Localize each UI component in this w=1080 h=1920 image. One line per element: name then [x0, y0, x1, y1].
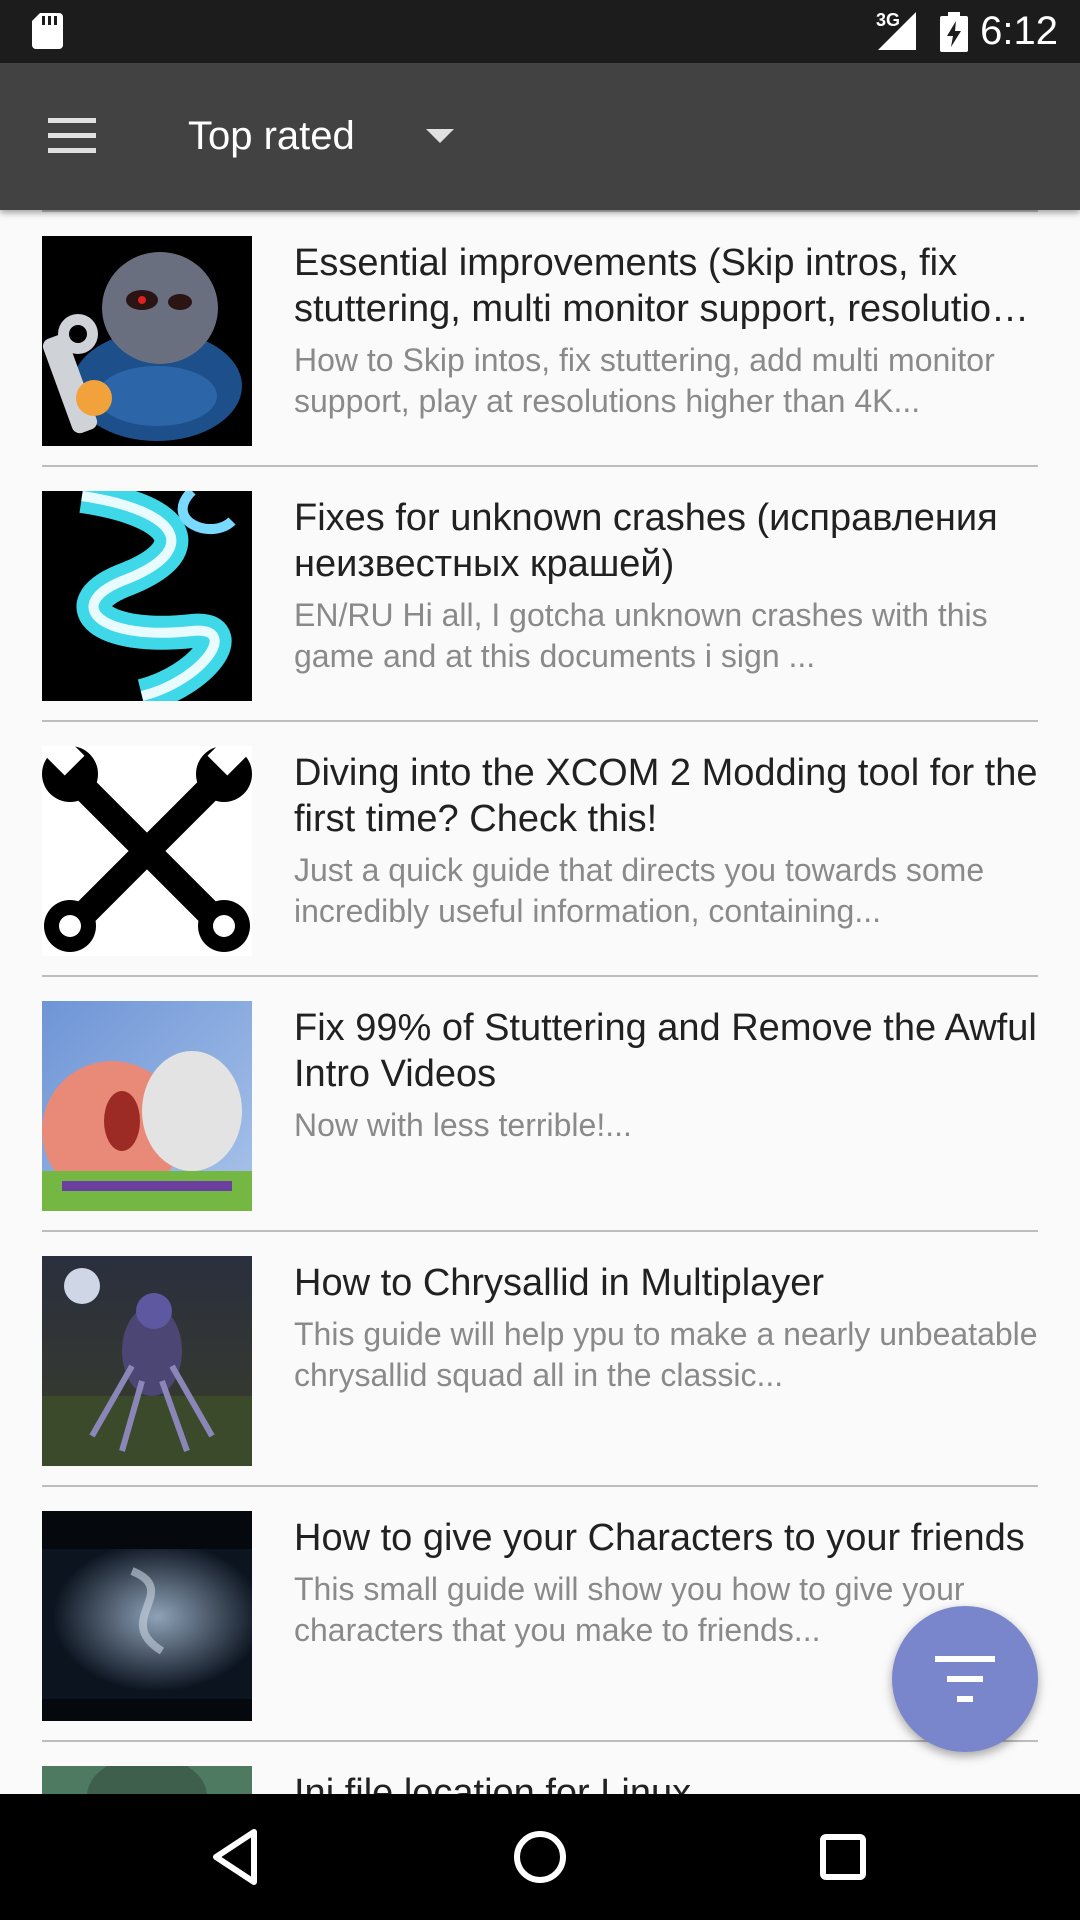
- guide-thumbnail: [42, 1766, 252, 1794]
- list-item[interactable]: How to Chrysallid in Multiplayer This gu…: [0, 1232, 1080, 1487]
- list-item[interactable]: Fix 99% of Stuttering and Remove the Awf…: [0, 977, 1080, 1232]
- page-title: Top rated: [188, 113, 355, 158]
- guide-thumbnail: [42, 236, 252, 446]
- guide-title: Ini file location for Linux: [294, 1772, 692, 1794]
- guide-description: Now with less terrible!...: [294, 1107, 632, 1143]
- guide-thumbnail: [42, 1001, 252, 1211]
- guide-description: How to Skip intos, fix stuttering, add m…: [294, 342, 995, 419]
- guide-thumbnail: [42, 491, 252, 701]
- clock: 6:12: [980, 9, 1058, 53]
- filter-button[interactable]: [892, 1606, 1038, 1752]
- list-item[interactable]: Diving into the XCOM 2 Modding tool for …: [0, 722, 1080, 977]
- guide-title: Diving into the XCOM 2 Modding tool for …: [294, 752, 1038, 840]
- list-item[interactable]: Fixes for unknown crashes (исправления н…: [0, 467, 1080, 722]
- guide-description: EN/RU Hi all, I gotcha unknown crashes w…: [294, 597, 988, 674]
- guide-title: How to give your Characters to your frie…: [294, 1517, 1025, 1559]
- guide-thumbnail: [42, 1511, 252, 1721]
- list-item[interactable]: Essential improvements (Skip intros, fix…: [0, 212, 1080, 467]
- menu-icon[interactable]: [46, 116, 98, 156]
- recents-icon[interactable]: [810, 1824, 876, 1890]
- guide-title: How to Chrysallid in Multiplayer: [294, 1262, 825, 1304]
- navigation-bar: [0, 1794, 1080, 1920]
- guide-list[interactable]: Essential improvements (Skip intros, fix…: [0, 210, 1080, 1794]
- status-bar: 3G 6:12: [0, 0, 1080, 63]
- guide-title: Essential improvements (Skip intros, fix…: [294, 242, 1032, 330]
- guide-description: Just a quick guide that directs you towa…: [294, 852, 985, 929]
- filter-icon: [935, 1656, 995, 1702]
- sort-dropdown[interactable]: Top rated: [188, 103, 468, 169]
- signal-icon: [878, 12, 916, 50]
- guide-title: Fixes for unknown crashes (исправления н…: [294, 497, 998, 585]
- guide-thumbnail: [42, 1256, 252, 1466]
- app-bar: Top rated: [0, 63, 1080, 210]
- sd-card-icon: [32, 13, 63, 49]
- guide-thumbnail: [42, 746, 252, 956]
- dropdown-arrow-icon: [426, 129, 454, 143]
- home-icon[interactable]: [507, 1824, 573, 1890]
- guide-title: Fix 99% of Stuttering and Remove the Awf…: [294, 1007, 1037, 1095]
- list-item[interactable]: Ini file location for Linux: [0, 1742, 1080, 1794]
- battery-charging-icon: [940, 12, 968, 52]
- guide-description: This guide will help ypu to make a nearl…: [294, 1316, 1038, 1393]
- back-icon[interactable]: [204, 1824, 270, 1890]
